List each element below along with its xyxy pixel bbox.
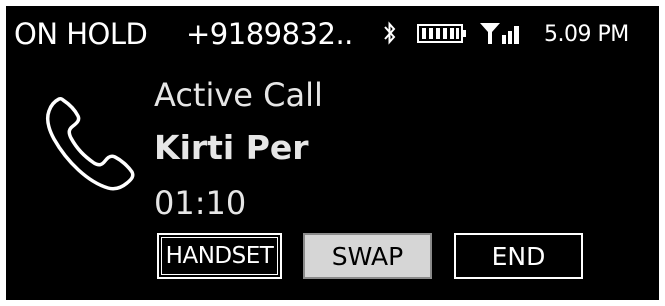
call-status-label: Active Call <box>154 76 323 114</box>
signal-strength-icon <box>479 20 523 50</box>
swap-button[interactable]: SWAP <box>303 233 432 279</box>
call-duration: 01:10 <box>154 184 247 222</box>
phone-handset-icon <box>36 96 136 200</box>
battery-icon <box>417 22 467 48</box>
call-state-label: ON HOLD <box>14 17 148 51</box>
status-time: 5.09 PM <box>544 22 629 47</box>
handset-button[interactable]: HANDSET <box>157 233 282 279</box>
caller-name: Kirti Per <box>154 128 309 167</box>
held-number: +9189832.. <box>186 17 353 51</box>
call-screen: ON HOLD +9189832.. 5.09 PM Active Call K… <box>6 6 659 300</box>
end-call-button[interactable]: END <box>454 233 583 279</box>
status-bar: ON HOLD +9189832.. 5.09 PM <box>6 6 659 62</box>
bluetooth-icon <box>382 20 398 50</box>
